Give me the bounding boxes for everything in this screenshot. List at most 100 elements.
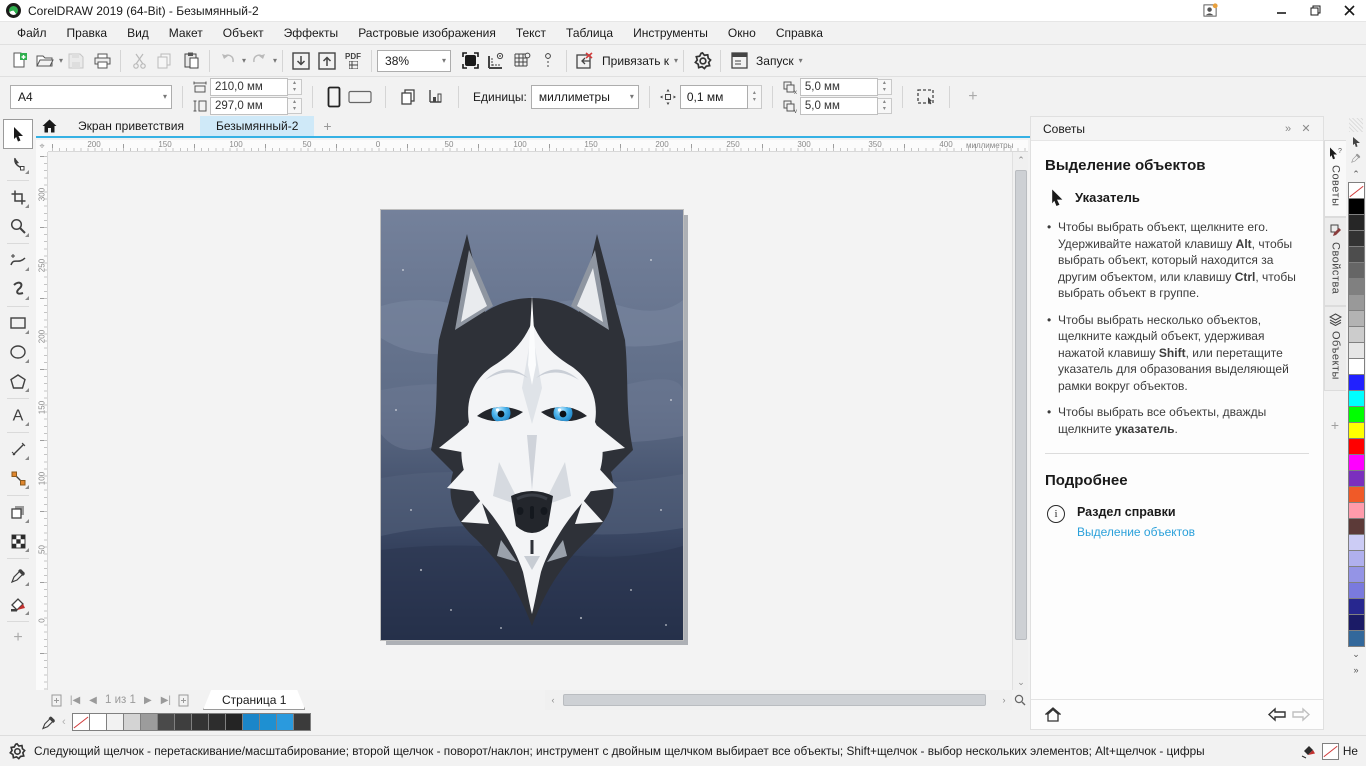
color-swatch[interactable]	[1348, 422, 1365, 439]
hints-back-icon[interactable]	[1265, 707, 1289, 722]
color-swatch[interactable]	[1348, 598, 1365, 615]
color-swatch[interactable]	[1348, 630, 1365, 647]
palette-eyedropper-icon[interactable]	[42, 715, 56, 730]
zoom-level-input[interactable]	[385, 54, 441, 68]
color-swatch[interactable]	[1348, 406, 1365, 423]
duplicate-x-field[interactable]: 5,0 мм	[800, 78, 878, 96]
current-page-size-button[interactable]	[396, 84, 422, 110]
all-pages-size-button[interactable]	[422, 84, 448, 110]
export-button[interactable]	[314, 48, 340, 74]
last-page-button[interactable]: ▶|	[157, 691, 175, 709]
color-swatch[interactable]	[1348, 326, 1365, 343]
menu-item-1[interactable]: Правка	[58, 24, 117, 42]
nudge-spinner[interactable]: ▴▾	[748, 85, 762, 109]
color-swatch[interactable]	[1348, 438, 1365, 455]
cut-button[interactable]	[126, 48, 152, 74]
color-eyedropper-tool[interactable]	[4, 561, 32, 589]
horizontal-scroll-thumb[interactable]	[563, 694, 986, 706]
previous-page-button[interactable]: ◀	[84, 691, 102, 709]
new-tab-button[interactable]: +	[314, 116, 340, 136]
snap-off-icon[interactable]	[572, 48, 598, 74]
rectangle-tool[interactable]	[4, 309, 32, 337]
palette-scroll-up-icon[interactable]: ⌃	[1352, 166, 1360, 182]
launch-label[interactable]: Запуск	[756, 54, 794, 68]
shape-tool[interactable]	[4, 149, 32, 177]
pick-tool[interactable]	[4, 120, 32, 148]
units-dropdown[interactable]: ▾	[630, 92, 634, 101]
palette-scroll-left-icon[interactable]: ‹	[62, 716, 66, 728]
color-swatch[interactable]	[1348, 246, 1365, 263]
launcher-icon[interactable]	[726, 48, 752, 74]
color-swatch[interactable]	[123, 713, 141, 731]
color-swatch[interactable]	[1348, 198, 1365, 215]
page-size-dropdown[interactable]: ▾	[163, 92, 167, 101]
outline-none-swatch[interactable]	[1322, 743, 1339, 760]
open-button[interactable]	[32, 48, 58, 74]
publish-pdf-button[interactable]: PDF	[340, 48, 366, 74]
duplicate-y-spinner[interactable]: ▴▾	[878, 98, 892, 114]
interactive-fill-tool[interactable]	[4, 590, 32, 618]
scroll-down-icon[interactable]: ⌄	[1013, 674, 1029, 690]
color-swatch[interactable]	[1348, 310, 1365, 327]
page-size-preset-combo[interactable]: ▾	[10, 85, 172, 109]
launch-dropdown[interactable]: ▾	[799, 56, 803, 65]
color-swatch[interactable]	[208, 713, 226, 731]
vertical-scrollbar[interactable]: ⌃ ⌄	[1012, 152, 1028, 690]
portrait-button[interactable]	[323, 83, 345, 111]
color-swatch[interactable]	[293, 713, 311, 731]
menu-item-0[interactable]: Файл	[8, 24, 56, 42]
hints-home-icon[interactable]	[1041, 707, 1065, 722]
color-swatch[interactable]	[1348, 358, 1365, 375]
scroll-up-icon[interactable]: ⌃	[1013, 152, 1029, 168]
color-swatch[interactable]	[1348, 374, 1365, 391]
restore-button[interactable]	[1298, 0, 1332, 22]
account-icon[interactable]	[1196, 0, 1224, 22]
duplicate-x-spinner[interactable]: ▴▾	[878, 79, 892, 95]
horizontal-scroll-track[interactable]	[561, 692, 996, 708]
options-gear-icon[interactable]	[689, 48, 715, 74]
nudge-field[interactable]: 0,1 мм	[680, 85, 748, 109]
docker-collapse-icon[interactable]: »	[1279, 123, 1297, 135]
no-color-swatch[interactable]	[1348, 182, 1365, 199]
document-tab-1[interactable]: Безымянный-2	[200, 116, 314, 136]
palette-expand-icon[interactable]: »	[1353, 662, 1358, 678]
snap-to-label[interactable]: Привязать к	[602, 54, 669, 68]
color-swatch[interactable]	[1348, 278, 1365, 295]
horizontal-scrollbar[interactable]: ‹ ›	[545, 690, 1012, 710]
menu-item-10[interactable]: Окно	[719, 24, 765, 42]
color-swatch[interactable]	[1348, 470, 1365, 487]
drop-shadow-tool[interactable]	[4, 498, 32, 526]
copy-button[interactable]	[152, 48, 178, 74]
color-swatch[interactable]	[1348, 502, 1365, 519]
page-height-spinner[interactable]: ▴▾	[288, 98, 302, 114]
color-swatch[interactable]	[191, 713, 209, 731]
landscape-button[interactable]	[345, 83, 375, 111]
menu-item-6[interactable]: Растровые изображения	[349, 24, 505, 42]
customize-plus-button[interactable]: +	[960, 84, 986, 110]
duplicate-y-field[interactable]: 5,0 мм	[800, 97, 878, 115]
home-icon[interactable]	[36, 116, 62, 136]
scroll-left-icon[interactable]: ‹	[545, 692, 561, 708]
color-swatch[interactable]	[1348, 214, 1365, 231]
close-button[interactable]	[1332, 0, 1366, 22]
menu-item-8[interactable]: Таблица	[557, 24, 622, 42]
help-topic-link[interactable]: Выделение объектов	[1077, 525, 1195, 539]
menu-item-11[interactable]: Справка	[767, 24, 832, 42]
color-swatch[interactable]	[225, 713, 243, 731]
menu-item-9[interactable]: Инструменты	[624, 24, 717, 42]
scroll-right-icon[interactable]: ›	[996, 692, 1012, 708]
document-page[interactable]	[381, 210, 683, 640]
undo-button[interactable]	[215, 48, 241, 74]
add-docker-button[interactable]: +	[1331, 417, 1339, 433]
vertical-ruler[interactable]: 300250200150100500	[36, 152, 48, 690]
palette-eyedropper-icon[interactable]	[1351, 150, 1361, 166]
polygon-tool[interactable]	[4, 367, 32, 395]
color-swatch[interactable]	[106, 713, 124, 731]
transparency-tool[interactable]	[4, 527, 32, 555]
color-swatch[interactable]	[1348, 342, 1365, 359]
tab-objects[interactable]: Объекты	[1324, 306, 1346, 391]
color-swatch[interactable]	[174, 713, 192, 731]
show-rulers-button[interactable]	[483, 48, 509, 74]
docker-close-icon[interactable]: ✕	[1297, 122, 1315, 135]
menu-item-5[interactable]: Эффекты	[275, 24, 348, 42]
